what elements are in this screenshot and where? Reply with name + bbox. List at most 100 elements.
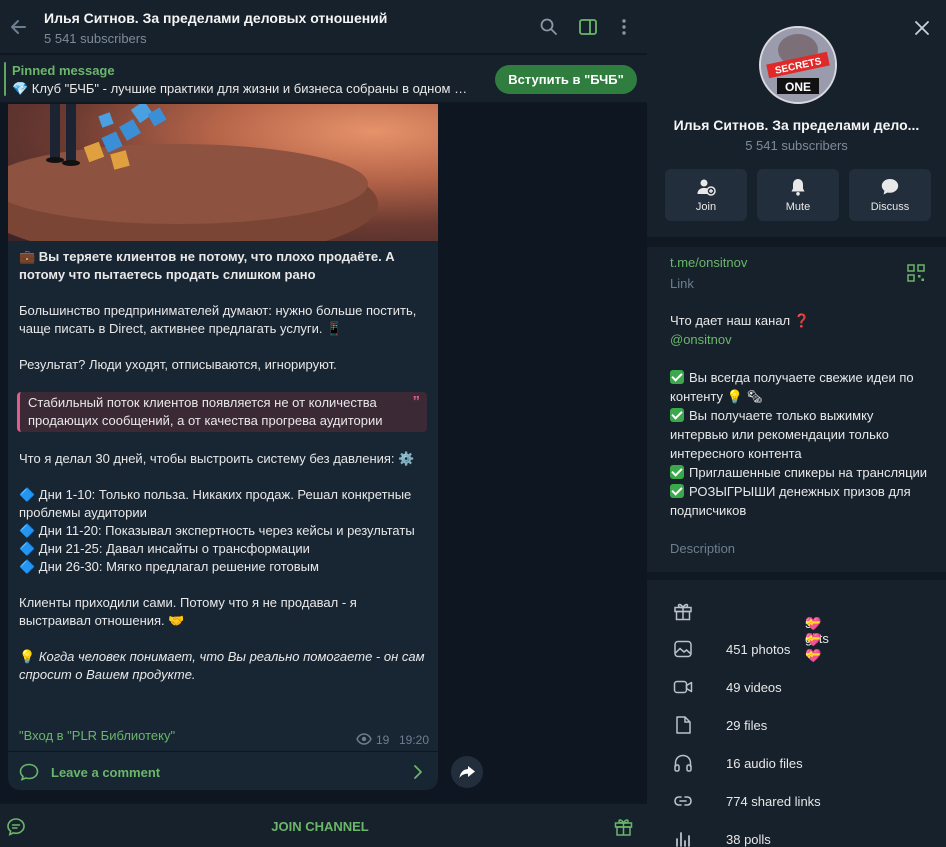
bulb-icon: 💡 bbox=[19, 649, 36, 664]
sidebar-toggle-icon[interactable] bbox=[578, 17, 598, 37]
comment-icon bbox=[19, 763, 39, 781]
photos-row[interactable]: 451 photos bbox=[647, 630, 946, 668]
message-text: 💼 Вы теряете клиентов не потому, что пло… bbox=[17, 248, 431, 702]
files-count: 29 files bbox=[726, 718, 768, 733]
description-handle[interactable]: @onsitnov bbox=[670, 330, 932, 349]
links-row[interactable]: 774 shared links bbox=[647, 782, 946, 820]
gift-icon[interactable] bbox=[613, 816, 634, 837]
add-user-icon bbox=[697, 179, 716, 196]
eye-icon bbox=[356, 733, 372, 745]
close-icon[interactable] bbox=[914, 20, 930, 36]
qr-code-icon[interactable] bbox=[907, 264, 925, 282]
photo-icon bbox=[674, 640, 692, 658]
message-paragraph: Что я делал 30 дней, чтобы выстроить сис… bbox=[19, 451, 415, 466]
search-icon[interactable] bbox=[539, 17, 559, 37]
join-action-button[interactable]: Join bbox=[665, 169, 747, 221]
share-icon bbox=[459, 766, 475, 778]
message-bubble: 💼 Вы теряете клиентов не потому, что пло… bbox=[8, 104, 438, 790]
message-time: 19:20 bbox=[399, 733, 430, 747]
description-item: РОЗЫГРЫШИ денежных призов для подписчико… bbox=[670, 482, 932, 520]
pinned-label: Pinned message bbox=[12, 63, 115, 78]
quote-mark-icon: ” bbox=[412, 393, 421, 410]
check-icon bbox=[670, 370, 684, 384]
check-icon bbox=[670, 465, 684, 479]
back-arrow-icon[interactable] bbox=[8, 17, 28, 37]
files-row[interactable]: 29 files bbox=[647, 706, 946, 744]
channel-link[interactable]: t.me/onsitnov bbox=[670, 255, 747, 270]
description-item: Вы получаете только выжимку интервью или… bbox=[670, 406, 932, 463]
bell-icon bbox=[791, 179, 805, 196]
avatar-image: SECRETS ONE bbox=[761, 28, 835, 102]
discuss-action-label: Discuss bbox=[870, 201, 910, 213]
library-link[interactable]: "Вход в "PLR Библиотеку" bbox=[19, 728, 175, 743]
section-divider bbox=[647, 237, 946, 247]
message-image[interactable] bbox=[8, 104, 438, 241]
channel-link-label: Link bbox=[670, 276, 694, 291]
gift-icon bbox=[674, 603, 692, 621]
chat-area: Илья Ситнов. За пределами деловых отноше… bbox=[0, 0, 647, 847]
message-paragraph: Клиенты приходили сами. Потому что я не … bbox=[19, 595, 357, 628]
quote-text: Стабильный поток клиентов появляется не … bbox=[28, 395, 383, 428]
channel-avatar[interactable]: SECRETS ONE bbox=[759, 26, 837, 104]
description-item-text: Приглашенные спикеры на трансляции bbox=[689, 465, 928, 480]
videos-row[interactable]: 49 videos bbox=[647, 668, 946, 706]
video-icon bbox=[673, 680, 693, 694]
message-paragraph: Большинство предпринимателей думают: нуж… bbox=[19, 303, 417, 336]
list-item: 🔷 Дни 26-30: Мягко предлагал решение гот… bbox=[19, 559, 319, 574]
chat-header: Илья Ситнов. За пределами деловых отноше… bbox=[0, 0, 647, 54]
chat-title[interactable]: Илья Ситнов. За пределами деловых отноше… bbox=[44, 10, 387, 26]
description-item: Вы всегда получаете свежие идеи по конте… bbox=[670, 368, 932, 406]
join-channel-button[interactable]: JOIN CHANNEL bbox=[0, 819, 640, 834]
list-item: 🔷 Дни 21-25: Давал инсайты о трансформац… bbox=[19, 541, 310, 556]
leave-comment-label: Leave a comment bbox=[51, 765, 161, 780]
check-icon bbox=[670, 408, 684, 422]
section-divider bbox=[647, 572, 946, 580]
links-count: 774 shared links bbox=[726, 794, 821, 809]
channel-info-panel: SECRETS ONE Илья Ситнов. За пределами де… bbox=[647, 0, 946, 847]
mute-action-button[interactable]: Mute bbox=[757, 169, 839, 221]
more-vertical-icon[interactable] bbox=[614, 17, 634, 37]
file-icon bbox=[676, 716, 691, 734]
photos-count: 451 photos bbox=[726, 642, 791, 657]
audio-count: 16 audio files bbox=[726, 756, 803, 771]
videos-count: 49 videos bbox=[726, 680, 782, 695]
pinned-message[interactable]: Pinned message 💎 Клуб "БЧБ" - лучшие пра… bbox=[0, 55, 647, 103]
description-label: Description bbox=[670, 541, 736, 556]
share-button[interactable] bbox=[451, 756, 483, 788]
message-headline: 💼 Вы теряете клиентов не потому, что пло… bbox=[19, 249, 395, 282]
polls-count: 38 polls bbox=[726, 832, 771, 847]
pinned-text: 💎 Клуб "БЧБ" - лучшие практики для жизни… bbox=[12, 81, 468, 96]
headphones-icon bbox=[674, 754, 692, 772]
link-icon bbox=[674, 796, 692, 806]
description-item-text: РОЗЫГРЫШИ денежных призов для подписчико… bbox=[670, 484, 911, 518]
join-club-button[interactable]: Вступить в "БЧБ" bbox=[495, 65, 637, 94]
list-item: 🔷 Дни 1-10: Только польза. Никаких прода… bbox=[19, 487, 412, 520]
chevron-right-icon bbox=[414, 765, 422, 779]
leave-comment-button[interactable]: Leave a comment bbox=[8, 751, 438, 790]
channel-subscribers: 5 541 subscribers bbox=[745, 138, 848, 153]
polls-row[interactable]: 38 polls bbox=[647, 820, 946, 847]
description-item-text: Вы всегда получаете свежие идеи по конте… bbox=[670, 370, 914, 404]
description-item: Приглашенные спикеры на трансляции bbox=[670, 463, 932, 482]
message-paragraph: 💡 Когда человек понимает, что Вы реально… bbox=[19, 648, 431, 684]
description-item-text: Вы получаете только выжимку интервью или… bbox=[670, 408, 889, 461]
join-action-label: Join bbox=[695, 201, 717, 213]
channel-name: Илья Ситнов. За пределами дело... bbox=[673, 117, 920, 133]
discuss-action-button[interactable]: Discuss bbox=[849, 169, 931, 221]
audio-row[interactable]: 16 audio files bbox=[647, 744, 946, 782]
description-line: Что дает наш канал ❓ bbox=[670, 313, 810, 328]
pinned-indicator bbox=[4, 62, 6, 96]
chat-bubble-icon bbox=[881, 179, 899, 195]
message-list: 🔷 Дни 1-10: Только польза. Никаких прода… bbox=[19, 486, 431, 576]
gifts-row[interactable]: 5 gifts 💝💝💝 bbox=[647, 592, 946, 663]
list-item: 🔷 Дни 11-20: Показывал экспертность чере… bbox=[19, 523, 415, 538]
message-paragraph: Результат? Люди уходят, отписываются, иг… bbox=[19, 357, 337, 372]
bottom-bar: JOIN CHANNEL bbox=[0, 803, 647, 847]
channel-description: Что дает наш канал ❓ @onsitnov Вы всегда… bbox=[670, 311, 932, 520]
message-quote: Стабильный поток клиентов появляется не … bbox=[17, 392, 427, 432]
mute-action-label: Mute bbox=[785, 201, 811, 213]
view-count: 19 bbox=[376, 733, 390, 747]
message-italic-text: Когда человек понимает, что Вы реально п… bbox=[19, 649, 425, 682]
check-icon bbox=[670, 484, 684, 498]
chat-subscribers: 5 541 subscribers bbox=[44, 31, 147, 46]
